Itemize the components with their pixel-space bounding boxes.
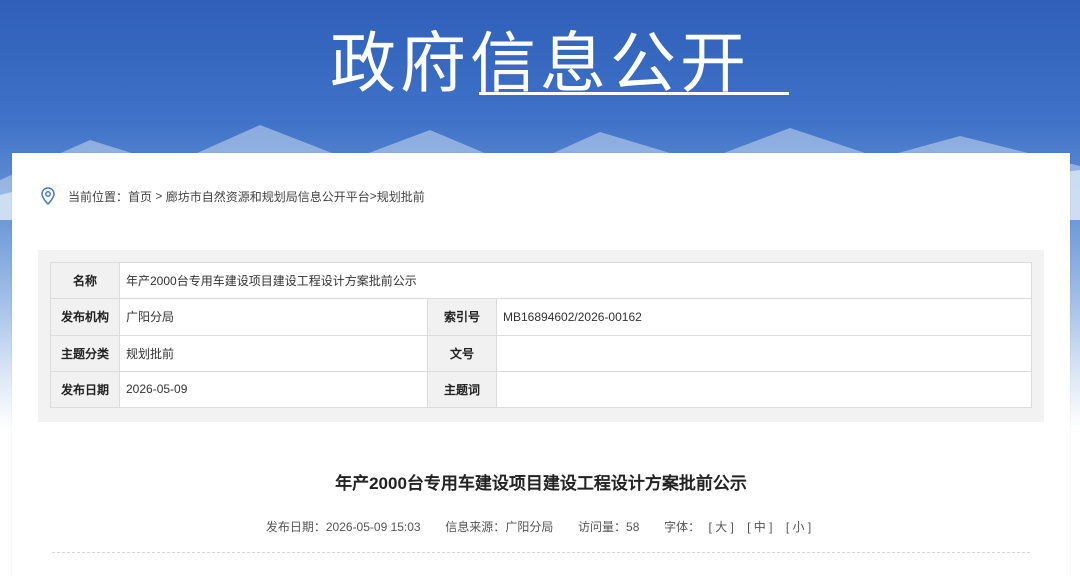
font-size-small-button[interactable]: [ 小 ] — [786, 520, 811, 534]
banner-underline — [479, 92, 789, 95]
docno-value — [496, 334, 1032, 372]
index-value: MB16894602/2026-00162 — [496, 298, 1032, 336]
breadcrumb-current-link[interactable]: 规划批前 — [377, 188, 425, 205]
date-label: 发布日期 — [50, 370, 120, 409]
meta-date-value: 2026-05-09 15:03 — [325, 520, 421, 534]
table-row: 主题分类 规划批前 文号 — [50, 334, 1032, 372]
breadcrumb-separator: > — [152, 189, 166, 203]
breadcrumb-prefix: 当前位置： — [68, 189, 129, 204]
meta-date-label: 发布日期： — [265, 520, 326, 534]
font-size-medium-button[interactable]: [ 中 ] — [747, 520, 772, 534]
table-row: 发布机构 广阳分局 索引号 MB16894602/2026-00162 — [50, 298, 1032, 336]
publisher-label: 发布机构 — [50, 298, 120, 336]
breadcrumb-platform-link[interactable]: 廊坊市自然资源和规划局信息公开平台 — [166, 188, 370, 205]
docno-label: 文号 — [427, 334, 497, 372]
font-size-large-button[interactable]: [ 大 ] — [708, 520, 733, 534]
name-value: 年产2000台专用车建设项目建设工程设计方案批前公示 — [119, 261, 1032, 300]
breadcrumb-separator-2: > — [369, 189, 377, 203]
table-row: 名称 年产2000台专用车建设项目建设工程设计方案批前公示 — [50, 261, 1032, 300]
divider — [52, 552, 1030, 553]
article-meta: 发布日期：2026-05-09 15:03 信息来源：广阳分局 访问量：58 字… — [12, 518, 1070, 535]
meta-source-value: 广阳分局 — [505, 520, 554, 534]
breadcrumb: 当前位置： 首页 > 廊坊市自然资源和规划局信息公开平台 > 规划批前 — [40, 185, 425, 207]
date-value: 2026-05-09 — [119, 370, 428, 409]
meta-views-label: 访问量： — [578, 520, 627, 534]
table-row: 发布日期 2026-05-09 主题词 — [50, 370, 1032, 409]
keyword-label: 主题词 — [427, 370, 497, 409]
article-title: 年产2000台专用车建设项目建设工程设计方案批前公示 — [335, 474, 747, 493]
meta-source-label: 信息来源： — [445, 520, 506, 534]
meta-font-label: 字体： — [664, 520, 701, 534]
content-card: 当前位置： 首页 > 廊坊市自然资源和规划局信息公开平台 > 规划批前 名称 年… — [12, 153, 1070, 577]
keyword-value — [496, 370, 1032, 409]
index-label: 索引号 — [427, 298, 497, 336]
topic-value: 规划批前 — [119, 334, 428, 372]
breadcrumb-home-link[interactable]: 首页 — [128, 188, 152, 205]
name-label: 名称 — [50, 261, 120, 300]
info-table-frame: 名称 年产2000台专用车建设项目建设工程设计方案批前公示 发布机构 广阳分局 … — [38, 250, 1044, 422]
location-pin-icon — [41, 187, 55, 205]
topic-label: 主题分类 — [50, 334, 120, 372]
info-table: 名称 年产2000台专用车建设项目建设工程设计方案批前公示 发布机构 广阳分局 … — [50, 261, 1032, 409]
meta-views-value: 58 — [626, 520, 640, 534]
publisher-value: 广阳分局 — [119, 298, 428, 336]
